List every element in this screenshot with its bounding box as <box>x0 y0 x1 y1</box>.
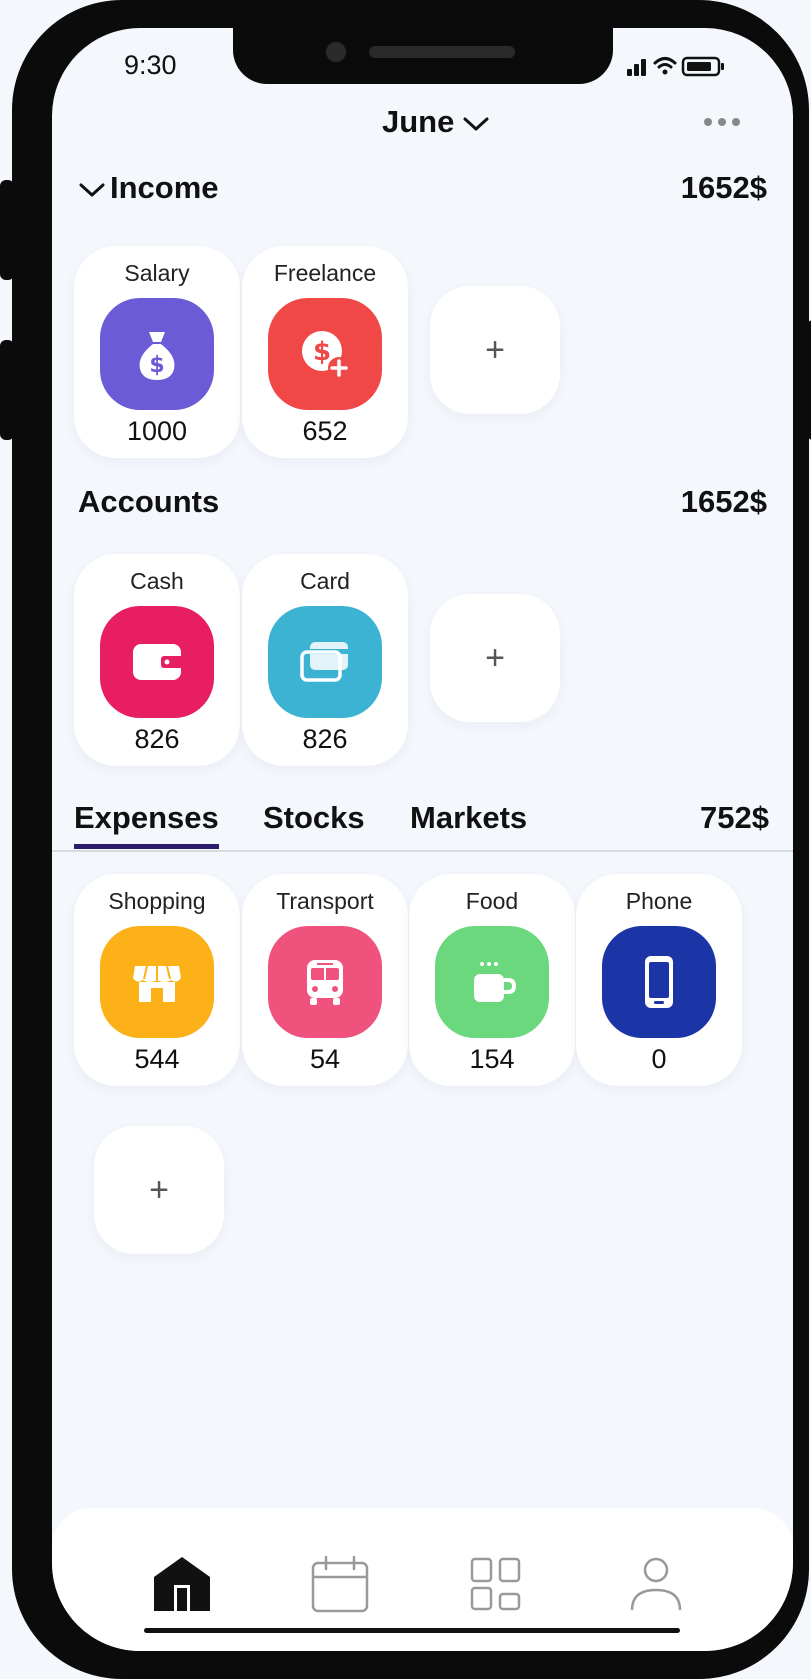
svg-text:$: $ <box>149 353 164 378</box>
card-value: 154 <box>469 1044 515 1074</box>
money-bag-icon: $ <box>100 298 214 410</box>
nav-calendar[interactable] <box>310 1554 370 1614</box>
svg-text:$: $ <box>313 337 331 367</box>
nav-home[interactable] <box>152 1554 212 1614</box>
expense-card-phone[interactable]: Phone 0 <box>576 874 742 1086</box>
card-label: Transport <box>276 888 374 914</box>
income-total: 1652$ <box>680 170 767 205</box>
chevron-down-icon <box>463 117 489 131</box>
phone-frame: 9:30 June Income 1652$ Salary $ 1000 Fre… <box>0 0 811 1679</box>
speaker-grille <box>369 46 515 58</box>
tab-stocks[interactable]: Stocks <box>263 800 365 836</box>
income-section-toggle[interactable]: Income <box>78 170 219 206</box>
account-card-card[interactable]: Card 826 <box>242 554 408 766</box>
wifi-icon <box>653 57 677 75</box>
side-button-volume-down <box>0 340 14 440</box>
expense-card-food[interactable]: Food 154 <box>409 874 575 1086</box>
chevron-down-icon <box>79 183 105 197</box>
expense-card-transport[interactable]: Transport 54 <box>242 874 408 1086</box>
tab-divider <box>52 850 793 852</box>
add-account-button[interactable]: + <box>430 594 560 722</box>
app-screen: 9:30 June Income 1652$ Salary $ 1000 Fre… <box>52 28 793 1651</box>
home-indicator <box>144 1628 680 1633</box>
notch <box>233 28 613 84</box>
wallet-icon <box>100 606 214 718</box>
add-expense-button[interactable]: + <box>94 1126 224 1254</box>
card-label: Card <box>300 568 350 594</box>
card-value: 544 <box>134 1044 180 1074</box>
calendar-icon <box>311 1555 369 1613</box>
nav-profile[interactable] <box>626 1554 686 1614</box>
user-icon <box>630 1557 682 1611</box>
tab-expenses[interactable]: Expenses <box>74 800 219 849</box>
account-card-cash[interactable]: Cash 826 <box>74 554 240 766</box>
card-value: 652 <box>302 416 348 446</box>
card-label: Shopping <box>108 888 206 914</box>
front-camera <box>326 42 346 62</box>
nav-dashboard[interactable] <box>466 1554 526 1614</box>
smartphone-icon <box>602 926 716 1038</box>
expense-tabs: Expenses Stocks Markets 752$ <box>52 800 793 870</box>
card-label: Cash <box>130 568 184 594</box>
month-selector[interactable]: June <box>382 104 490 140</box>
card-value: 826 <box>134 724 180 754</box>
more-horizontal-icon[interactable] <box>702 116 742 128</box>
income-title: Income <box>110 170 219 205</box>
side-button-power <box>807 320 811 440</box>
accounts-title: Accounts <box>78 484 220 519</box>
battery-icon <box>681 56 724 77</box>
card-value: 826 <box>302 724 348 754</box>
cellular-signal-icon <box>627 59 646 76</box>
expense-card-shopping[interactable]: Shopping 544 <box>74 874 240 1086</box>
card-label: Phone <box>625 888 693 914</box>
card-label: Salary <box>124 260 190 286</box>
expenses-total: 752$ <box>700 800 769 835</box>
accounts-total: 1652$ <box>680 484 767 519</box>
card-value: 54 <box>309 1044 341 1074</box>
card-label: Freelance <box>273 260 377 286</box>
card-label: Food <box>465 888 519 914</box>
coffee-cup-icon <box>435 926 549 1038</box>
dashboard-icon <box>470 1557 521 1611</box>
add-income-button[interactable]: + <box>430 286 560 414</box>
status-time: 9:30 <box>124 50 177 80</box>
card-value: 0 <box>651 1044 667 1074</box>
income-card-freelance[interactable]: Freelance $ 652 <box>242 246 408 458</box>
card-value: 1000 <box>126 416 188 446</box>
home-icon <box>154 1557 210 1611</box>
income-card-salary[interactable]: Salary $ 1000 <box>74 246 240 458</box>
store-icon <box>100 926 214 1038</box>
side-button-volume-up <box>0 180 14 280</box>
status-icons <box>627 56 724 77</box>
month-label: June <box>382 104 455 139</box>
dollar-plus-icon: $ <box>268 298 382 410</box>
month-header: June <box>52 104 793 154</box>
tab-markets[interactable]: Markets <box>410 800 527 836</box>
bus-icon <box>268 926 382 1038</box>
cards-icon <box>268 606 382 718</box>
